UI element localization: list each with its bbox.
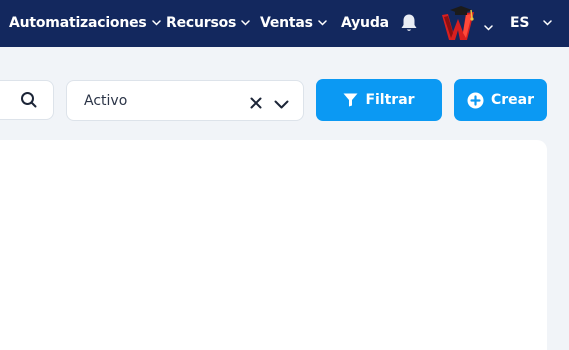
nav-item-recursos[interactable]: Recursos bbox=[166, 13, 250, 33]
nav-item-label: Ayuda bbox=[341, 15, 389, 31]
funnel-icon bbox=[343, 93, 358, 107]
nav-item-label: Ventas bbox=[260, 15, 313, 31]
create-button-label: Crear bbox=[490, 92, 535, 108]
top-navigation-bar: Automatizaciones Recursos Ventas Ayuda E… bbox=[0, 0, 569, 47]
bell-icon[interactable] bbox=[400, 13, 418, 33]
chevron-down-icon[interactable] bbox=[274, 95, 289, 114]
content-panel bbox=[0, 140, 547, 350]
chevron-down-icon[interactable] bbox=[484, 16, 493, 35]
nav-item-ventas[interactable]: Ventas bbox=[260, 13, 327, 33]
nav-item-ayuda[interactable]: Ayuda bbox=[341, 13, 389, 33]
x-icon[interactable] bbox=[250, 94, 262, 113]
chevron-down-icon bbox=[543, 20, 552, 26]
chevron-down-icon bbox=[151, 20, 161, 26]
filter-button[interactable]: Filtrar bbox=[316, 79, 442, 121]
status-filter-select[interactable]: Activo bbox=[66, 80, 304, 121]
nav-item-automatizaciones[interactable]: Automatizaciones bbox=[9, 13, 161, 33]
language-label: ES bbox=[510, 15, 530, 31]
user-avatar[interactable] bbox=[439, 5, 479, 43]
filter-button-label: Filtrar bbox=[365, 92, 415, 108]
chevron-down-icon bbox=[318, 20, 327, 26]
create-button[interactable]: Crear bbox=[454, 79, 547, 121]
status-filter-value: Activo bbox=[84, 93, 128, 109]
plus-circle-icon bbox=[467, 92, 484, 109]
nav-item-label: Recursos bbox=[166, 15, 237, 31]
nav-item-label: Automatizaciones bbox=[9, 15, 147, 31]
search-button[interactable] bbox=[0, 80, 54, 120]
language-selector[interactable]: ES bbox=[510, 13, 552, 33]
chevron-down-icon bbox=[241, 20, 250, 26]
search-icon bbox=[20, 91, 38, 113]
